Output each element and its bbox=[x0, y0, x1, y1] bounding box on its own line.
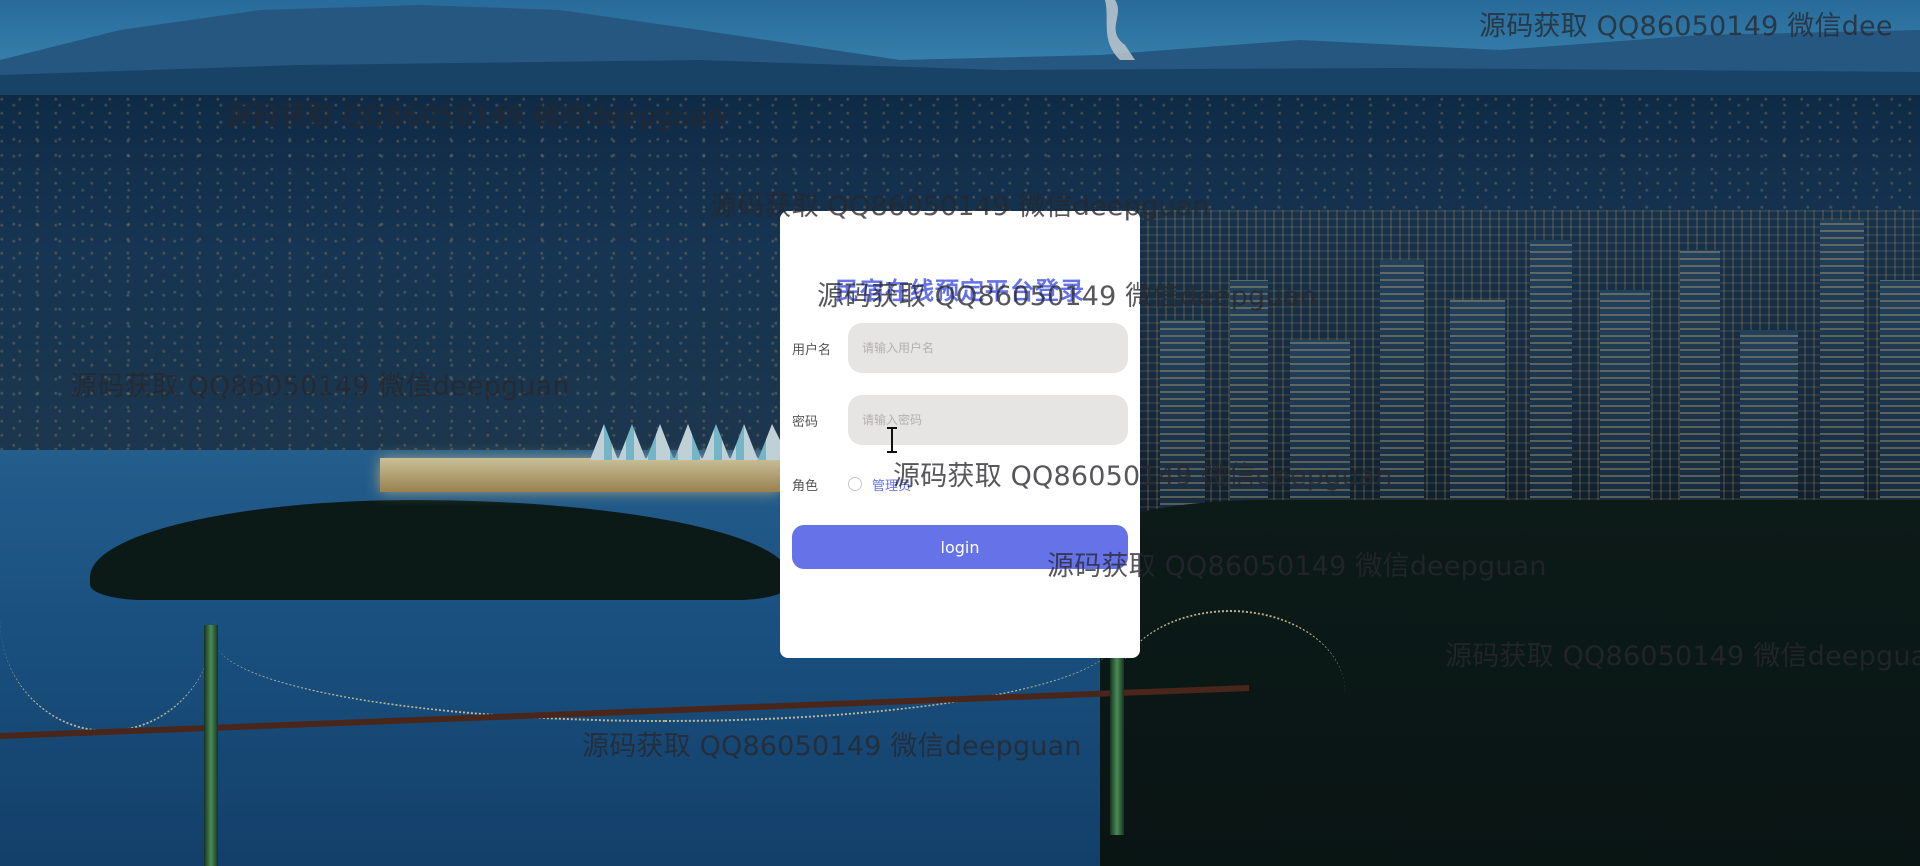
password-label: 密码 bbox=[792, 415, 819, 430]
role-label: 角色 bbox=[792, 479, 819, 494]
username-label: 用户名 bbox=[792, 343, 832, 358]
role-option-admin[interactable]: 管理员 bbox=[872, 475, 911, 494]
login-title: 民宿在线预定平台登录 bbox=[835, 277, 1085, 305]
login-button[interactable]: login bbox=[792, 525, 1128, 569]
text-cursor-icon bbox=[887, 427, 897, 453]
login-card: 民宿在线预定平台登录 用户名 密码 角色 管理员 login bbox=[780, 211, 1140, 658]
username-input[interactable] bbox=[848, 323, 1128, 373]
role-radio-admin[interactable] bbox=[848, 477, 862, 491]
